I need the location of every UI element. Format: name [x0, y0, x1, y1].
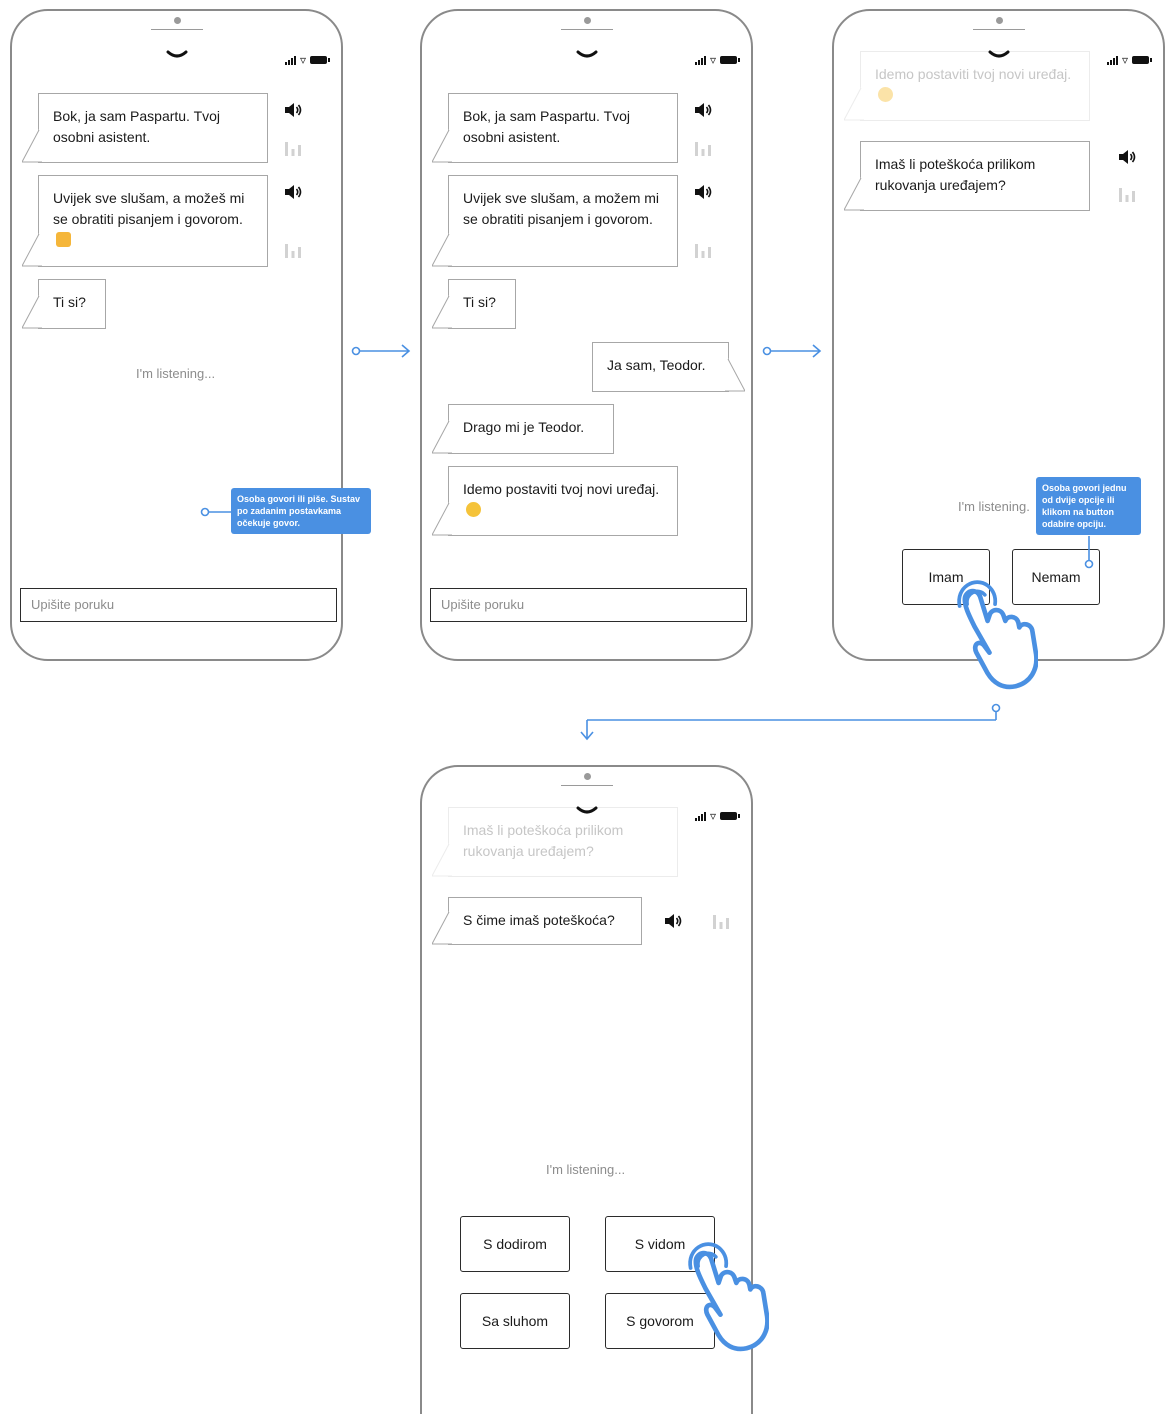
- wifi-icon: ▿: [299, 53, 306, 67]
- assistant-message: Uvijek sve slušam, a možeš mi se obratit…: [22, 175, 268, 267]
- assistant-message: Imaš li poteškoća prilikom rukovanja ure…: [844, 141, 1090, 211]
- assistant-message: Idemo postaviti tvoj novi uređaj.: [432, 466, 678, 536]
- speaker-icon[interactable]: [284, 184, 302, 200]
- equalizer-icon: [712, 914, 730, 929]
- battery-icon: [1132, 56, 1152, 64]
- status-bar: ▿: [1106, 53, 1152, 67]
- camera-dot: [995, 17, 1003, 24]
- wifi-icon: ▿: [709, 53, 716, 67]
- listening-status: I'm listening...: [546, 1162, 626, 1177]
- assistant-message: Drago mi je Teodor.: [432, 404, 614, 454]
- equalizer-icon: [694, 243, 712, 258]
- message-input[interactable]: Upišite poruku: [20, 588, 337, 622]
- camera-dot: [583, 773, 591, 780]
- message-input[interactable]: Upišite poruku: [430, 588, 747, 622]
- message-text: S čime imaš poteškoća?: [463, 912, 615, 928]
- chevron-down-icon[interactable]: [575, 49, 599, 61]
- message-text: Ja sam, Teodor.: [607, 357, 706, 373]
- wifi-icon: ▿: [1121, 53, 1128, 67]
- message-text: Idemo postaviti tvoj novi uređaj.: [463, 481, 660, 497]
- chevron-down-icon[interactable]: [987, 49, 1011, 61]
- phone-screen-2: ▿ Bok, ja sam Paspartu. Tvoj osobni asis…: [420, 9, 753, 661]
- camera-dot: [173, 17, 181, 24]
- message-text: Ti si?: [53, 294, 86, 310]
- equalizer-icon: [284, 141, 302, 156]
- assistant-message: Bok, ja sam Paspartu. Tvoj osobni asiste…: [22, 93, 268, 163]
- smile-emoji: [466, 502, 481, 517]
- hand-pointer-icon: [952, 578, 1040, 690]
- earpiece: [150, 29, 203, 30]
- thumbs-up-emoji: [56, 232, 71, 247]
- earpiece: [972, 29, 1025, 30]
- battery-icon: [310, 56, 330, 64]
- camera-dot: [583, 17, 591, 24]
- wifi-icon: ▿: [709, 809, 716, 823]
- listening-status: I'm listening.: [958, 499, 1030, 514]
- equalizer-icon: [694, 141, 712, 156]
- arrow-right-icon: [762, 344, 822, 358]
- annotation-note: Osoba govori ili piše. Sustav po zadanim…: [231, 488, 371, 534]
- assistant-message: S čime imaš poteškoća?: [432, 897, 642, 945]
- listening-status: I'm listening...: [136, 366, 216, 381]
- annotation-note: Osoba govori jednu od dvije opcije ili k…: [1036, 477, 1141, 535]
- previous-message: Imaš li poteškoća prilikom rukovanja ure…: [432, 807, 678, 877]
- assistant-message: Bok, ja sam Paspartu. Tvoj osobni asiste…: [432, 93, 678, 163]
- equalizer-icon: [1118, 187, 1136, 202]
- arrow-down-icon: [580, 703, 1001, 741]
- speaker-icon[interactable]: [694, 184, 712, 200]
- signal-icon: [1106, 55, 1118, 65]
- signal-icon: [694, 55, 706, 65]
- equalizer-icon: [284, 243, 302, 258]
- previous-message: Idemo postaviti tvoj novi uređaj.: [844, 51, 1090, 121]
- status-bar: ▿: [694, 53, 740, 67]
- assistant-message: Ti si?: [432, 279, 516, 329]
- assistant-message: Uvijek sve slušam, a možem mi se obratit…: [432, 175, 678, 267]
- battery-icon: [720, 56, 740, 64]
- hand-pointer-icon: [683, 1240, 771, 1352]
- speaker-icon[interactable]: [284, 102, 302, 118]
- message-text: Ti si?: [463, 294, 496, 310]
- message-text: Imaš li poteškoća prilikom rukovanja ure…: [875, 156, 1036, 193]
- message-text: Imaš li poteškoća prilikom rukovanja ure…: [463, 822, 624, 859]
- status-bar: ▿: [284, 53, 330, 67]
- signal-icon: [284, 55, 296, 65]
- message-text: Uvijek sve slušam, a možeš mi se obratit…: [53, 190, 245, 227]
- message-text: Idemo postaviti tvoj novi uređaj.: [875, 66, 1072, 82]
- status-bar: ▿: [694, 809, 740, 823]
- message-text: Bok, ja sam Paspartu. Tvoj osobni asiste…: [463, 108, 631, 145]
- earpiece: [560, 29, 613, 30]
- chevron-down-icon[interactable]: [165, 49, 189, 61]
- message-text: Bok, ja sam Paspartu. Tvoj osobni asiste…: [53, 108, 221, 145]
- speaker-icon[interactable]: [694, 102, 712, 118]
- message-text: Drago mi je Teodor.: [463, 419, 585, 435]
- message-text: Uvijek sve slušam, a možem mi se obratit…: [463, 190, 660, 227]
- arrow-right-icon: [351, 344, 411, 358]
- user-message: Ja sam, Teodor.: [592, 342, 745, 392]
- signal-icon: [694, 811, 706, 821]
- speaker-icon[interactable]: [1118, 149, 1136, 165]
- phone-screen-3: Idemo postaviti tvoj novi uređaj. ▿ Imaš…: [832, 9, 1165, 661]
- phone-screen-1: ▿ Bok, ja sam Paspartu. Tvoj osobni asis…: [10, 9, 343, 661]
- option-button-sa-sluhom[interactable]: Sa sluhom: [460, 1293, 570, 1349]
- earpiece: [560, 785, 613, 786]
- chevron-down-icon[interactable]: [575, 805, 599, 817]
- battery-icon: [720, 812, 740, 820]
- option-button-s-dodirom[interactable]: S dodirom: [460, 1216, 570, 1272]
- speaker-icon[interactable]: [664, 913, 682, 929]
- assistant-message: Ti si?: [22, 279, 106, 329]
- smile-emoji: [878, 87, 893, 102]
